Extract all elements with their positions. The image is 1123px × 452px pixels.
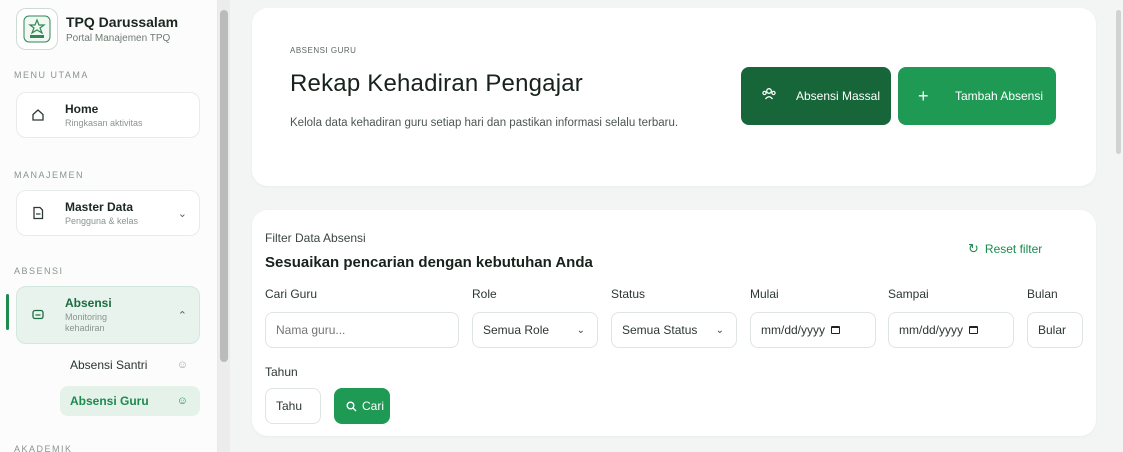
section-label-absensi: ABSENSI — [14, 266, 64, 276]
main-scrollbar-thumb[interactable] — [1116, 10, 1121, 154]
status-select[interactable]: Semua Status ⌄ — [611, 312, 737, 348]
calendar-icon[interactable] — [831, 326, 841, 334]
sidebar-item-label: Master Data — [65, 199, 134, 214]
sidebar-item-sublabel: Ringkasan aktivitas — [65, 117, 143, 128]
status-label: Status — [611, 287, 646, 301]
absensi-massal-button[interactable]: Absensi Massal — [741, 67, 891, 125]
sidebar-subitem-label: Absensi Santri — [70, 358, 148, 372]
sampai-date-value: mm/dd/yyyy — [899, 323, 964, 337]
tahun-input-value: Tahu — [276, 399, 303, 413]
sidebar-item-home[interactable]: Home Ringkasan aktivitas — [16, 92, 200, 138]
users-icon: ☺ — [176, 395, 188, 407]
sidebar-item-absensi[interactable]: Absensi Monitoring kehadiran ⌃ — [16, 286, 200, 344]
absensi-massal-label: Absensi Massal — [795, 88, 881, 103]
mulai-label: Mulai — [750, 287, 779, 301]
sidebar-scrollbar-thumb[interactable] — [220, 10, 228, 362]
brand[interactable]: TPQ Darussalam Portal Manajemen TPQ — [16, 8, 178, 50]
sidebar: TPQ Darussalam Portal Manajemen TPQ MENU… — [0, 0, 218, 452]
brand-title: TPQ Darussalam — [66, 14, 179, 30]
reset-filter-label: Reset filter — [984, 242, 1043, 256]
filter-card: Filter Data Absensi Sesuaikan pencarian … — [252, 210, 1096, 436]
tahun-label: Tahun — [265, 365, 298, 379]
tahun-input[interactable]: Tahu — [265, 388, 321, 424]
tambah-absensi-button[interactable]: + Tambah Absensi — [898, 67, 1056, 125]
reset-filter-link[interactable]: ↻ Reset filter — [968, 241, 1042, 257]
bulan-select[interactable]: Bular — [1027, 312, 1083, 348]
users-icon — [761, 86, 777, 106]
cari-guru-input[interactable] — [265, 312, 459, 348]
filter-title: Sesuaikan pencarian dengan kebutuhan And… — [265, 254, 593, 271]
page-header-card: ABSENSI GURU Rekap Kehadiran Pengajar Ke… — [252, 8, 1096, 186]
calendar-icon[interactable] — [969, 326, 979, 334]
page-title: Rekap Kehadiran Pengajar — [290, 70, 583, 97]
mulai-date-value: mm/dd/yyyy — [761, 323, 826, 337]
reset-icon: ↻ — [968, 241, 979, 256]
tpq-logo-icon — [16, 8, 58, 50]
page-eyebrow: ABSENSI GURU — [290, 46, 357, 55]
chevron-down-icon: ⌄ — [715, 324, 724, 336]
monitor-icon — [27, 304, 49, 326]
section-label-manajemen: MANAJEMEN — [14, 170, 85, 180]
chevron-down-icon: ⌄ — [177, 208, 187, 220]
sidebar-item-label: Absensi — [65, 296, 112, 310]
page-description: Kelola data kehadiran guru setiap hari d… — [290, 117, 679, 129]
status-select-value: Semua Status — [622, 323, 698, 337]
brand-subtitle: Portal Manajemen TPQ — [66, 33, 171, 44]
section-label-akademik: AKADEMIK — [14, 444, 73, 452]
plus-icon: + — [918, 85, 929, 106]
sidebar-item-sublabel: Pengguna & kelas — [65, 215, 139, 226]
sampai-label: Sampai — [888, 287, 929, 301]
section-label-menu-utama: MENU UTAMA — [14, 70, 89, 80]
search-icon — [346, 401, 357, 411]
sidebar-subitem-absensi-guru[interactable]: Absensi Guru ☺ — [60, 386, 200, 416]
sidebar-item-master-data[interactable]: Master Data Pengguna & kelas ⌄ — [16, 190, 200, 236]
users-icon: ☺ — [176, 359, 188, 371]
filter-eyebrow: Filter Data Absensi — [265, 231, 366, 245]
tambah-absensi-label: Tambah Absensi — [954, 88, 1044, 103]
sidebar-item-sublabel: Monitoring kehadiran — [65, 312, 108, 333]
bulan-label: Bulan — [1027, 287, 1058, 301]
chevron-up-icon: ⌃ — [177, 310, 187, 322]
cari-guru-label: Cari Guru — [265, 287, 318, 301]
active-indicator — [6, 294, 9, 330]
bulan-select-value: Bular — [1038, 323, 1067, 337]
document-icon — [27, 202, 49, 224]
chevron-down-icon: ⌄ — [576, 324, 585, 336]
mulai-date-input[interactable]: mm/dd/yyyy — [750, 312, 876, 348]
role-select-value: Semua Role — [483, 323, 550, 337]
cari-button-label: Cari — [362, 399, 385, 413]
sidebar-item-label: Home — [65, 101, 99, 116]
sidebar-subitem-absensi-santri[interactable]: Absensi Santri ☺ — [60, 350, 200, 380]
role-label: Role — [472, 287, 497, 301]
role-select[interactable]: Semua Role ⌄ — [472, 312, 598, 348]
home-icon — [27, 104, 49, 126]
sampai-date-input[interactable]: mm/dd/yyyy — [888, 312, 1014, 348]
sidebar-subitem-label: Absensi Guru — [70, 394, 149, 408]
cari-button[interactable]: Cari — [334, 388, 390, 424]
